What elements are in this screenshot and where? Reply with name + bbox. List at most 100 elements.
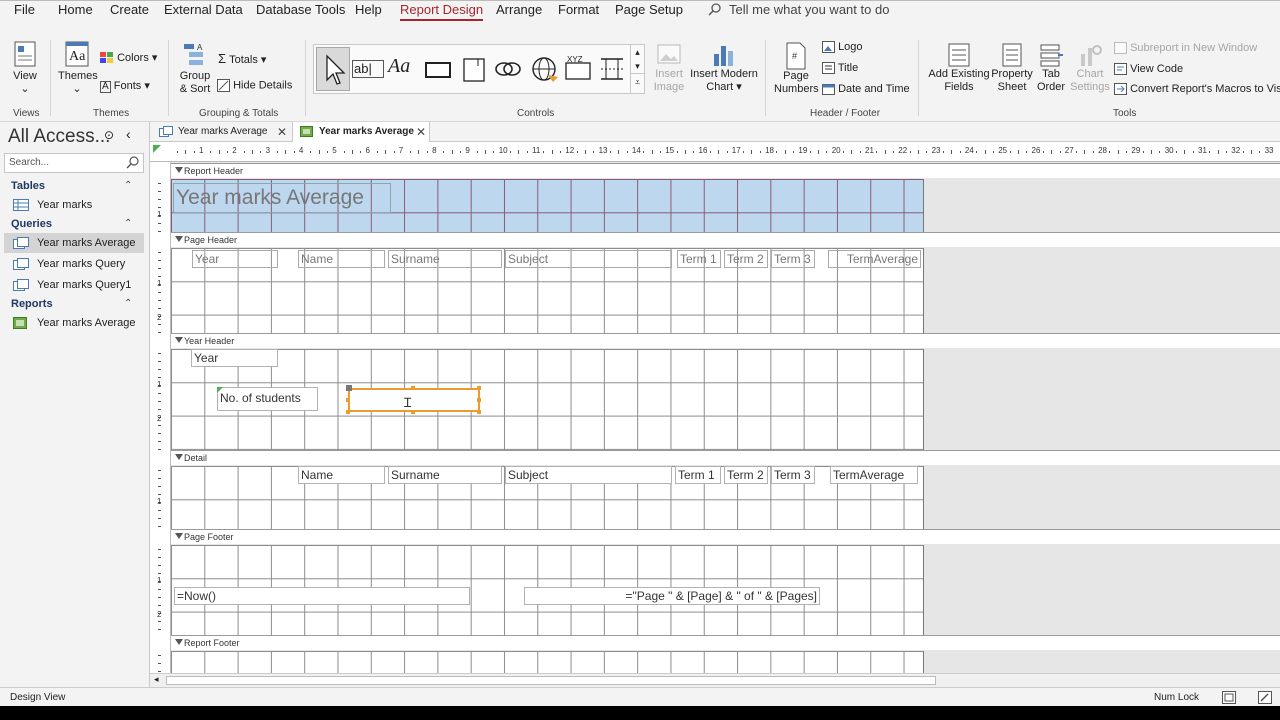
page-header-section[interactable]: Year Name Surname Subject Term 1 Term 2 … <box>171 248 924 333</box>
band-page-footer[interactable]: Page Footer <box>171 529 1280 544</box>
nav-section-tables[interactable]: Tables <box>11 180 45 192</box>
add-existing-fields-button[interactable]: Add Existing Fields <box>928 42 990 94</box>
more-icon[interactable]: ⩡ <box>631 73 644 90</box>
insert-image-button[interactable]: Insert Image <box>650 42 688 94</box>
collapse-nav-icon[interactable]: ‹ <box>126 126 131 142</box>
report-footer-section[interactable] <box>171 651 924 675</box>
nav-section-reports[interactable]: Reports <box>11 298 53 310</box>
totals-button[interactable]: Σ Totals ▾ <box>218 51 266 66</box>
surname-header-label[interactable]: Surname <box>388 250 502 268</box>
title-button[interactable]: Title <box>822 62 858 75</box>
name-header-label[interactable]: Name <box>298 250 385 268</box>
tab-create[interactable]: Create <box>110 1 149 19</box>
tab-control-tool[interactable] <box>458 53 490 85</box>
year-header-label[interactable]: Year <box>192 250 278 268</box>
term3-header-label[interactable]: Term 3 <box>771 250 815 268</box>
close-icon[interactable]: ✕ <box>277 122 287 142</box>
nav-item-report[interactable]: Year marks Average <box>4 313 144 333</box>
term2-field[interactable]: Term 2 <box>724 466 768 484</box>
nav-item-query[interactable]: Year marks Query1 <box>4 275 144 295</box>
nav-menu-icon[interactable]: ⊙ <box>104 128 114 142</box>
report-header-section[interactable]: Year marks Average <box>171 179 924 232</box>
subreport-button[interactable]: Subreport in New Window <box>1114 42 1257 55</box>
detail-section[interactable]: Name Surname Subject Term 1 Term 2 Term … <box>171 466 924 529</box>
scroll-thumb[interactable] <box>166 676 936 685</box>
hide-details-button[interactable]: Hide Details <box>217 79 292 92</box>
tab-help[interactable]: Help <box>355 1 382 19</box>
search-icon[interactable] <box>126 156 139 169</box>
nav-item-query[interactable]: Year marks Query <box>4 254 144 274</box>
horizontal-scrollbar[interactable]: ◂ <box>150 673 1280 687</box>
fonts-button[interactable]: A Fonts ▾ <box>100 79 150 93</box>
hyperlink-tool[interactable] <box>492 53 524 85</box>
page-footer-section[interactable]: =Now() ="Page " & [Page] & " of " & [Pag… <box>171 545 924 635</box>
surname-field[interactable]: Surname <box>388 466 502 484</box>
band-year-header[interactable]: Year Header <box>171 333 1280 348</box>
resize-handle[interactable] <box>477 398 481 402</box>
nav-item-table[interactable]: Year marks <box>4 195 144 215</box>
students-count-label[interactable]: No. of students <box>217 387 318 411</box>
chevron-up-icon[interactable]: ▴ <box>631 45 644 59</box>
page-numbers-button[interactable]: # Page Numbers <box>774 42 819 96</box>
group-sort-button[interactable]: A Group & Sort <box>176 40 214 96</box>
web-browser-tool[interactable] <box>528 53 560 85</box>
band-page-header[interactable]: Page Header <box>171 232 1280 247</box>
tab-page-setup[interactable]: Page Setup <box>615 1 683 19</box>
term-average-header-label[interactable]: TermAverage <box>828 250 921 268</box>
resize-handle[interactable] <box>477 386 481 390</box>
chart-settings-button[interactable]: Chart Settings <box>1070 42 1110 94</box>
report-selector[interactable] <box>153 145 161 153</box>
resize-handle[interactable] <box>411 386 415 390</box>
tab-database-tools[interactable]: Database Tools <box>256 1 345 19</box>
name-field[interactable]: Name <box>298 466 385 484</box>
term2-header-label[interactable]: Term 2 <box>724 250 768 268</box>
band-detail[interactable]: Detail <box>171 450 1280 465</box>
tab-external-data[interactable]: External Data <box>164 1 243 19</box>
term3-field[interactable]: Term 3 <box>771 466 815 484</box>
colors-button[interactable]: Colors ▾ <box>100 51 157 64</box>
report-design-surface[interactable]: 1 2 3 4 5 6 7 8 9 10 11 12 13 14 15 16 17 18 19 20 21 22 23 24 2… <box>150 142 1280 675</box>
chevron-up-icon[interactable]: ⌃ <box>124 180 132 191</box>
layout-view-icon[interactable] <box>1222 691 1236 704</box>
convert-macros-button[interactable]: Convert Report's Macros to Visual Basic <box>1114 83 1280 96</box>
tab-arrange[interactable]: Arrange <box>496 1 542 19</box>
now-field[interactable]: =Now() <box>174 587 470 605</box>
students-count-textbox[interactable] <box>348 388 480 412</box>
gallery-scroll[interactable]: ▴ ▾ ⩡ <box>630 45 644 93</box>
year-header-section[interactable]: Year No. of students Ɪ <box>171 349 924 450</box>
term1-header-label[interactable]: Term 1 <box>677 250 721 268</box>
design-view-icon[interactable] <box>1258 691 1272 704</box>
logo-button[interactable]: Logo <box>822 41 863 54</box>
label-tool[interactable]: Aa <box>388 53 420 85</box>
close-icon[interactable]: ✕ <box>416 122 426 142</box>
nav-title[interactable]: All Access... <box>8 126 110 148</box>
property-sheet-button[interactable]: Property Sheet <box>990 42 1034 94</box>
band-report-header[interactable]: Report Header <box>171 163 1280 178</box>
resize-handle[interactable] <box>346 398 350 402</box>
tell-me-box[interactable]: Tell me what you want to do <box>708 1 889 19</box>
view-code-button[interactable]: View Code <box>1114 63 1183 76</box>
select-tool[interactable] <box>316 47 350 91</box>
tab-report-design[interactable]: Report Design <box>400 1 484 21</box>
text-box-tool[interactable]: ab| <box>352 53 384 85</box>
chevron-left-icon[interactable]: ◂ <box>154 674 159 685</box>
chevron-up-icon[interactable]: ⌃ <box>124 298 132 309</box>
tab-format[interactable]: Format <box>558 1 599 19</box>
chevron-down-icon[interactable]: ▾ <box>631 59 644 73</box>
date-time-button[interactable]: Date and Time <box>822 83 910 96</box>
nav-item-query[interactable]: Year marks Average <box>4 233 144 253</box>
themes-button[interactable]: Aa Themes ⌄ <box>58 40 98 96</box>
tab-order-button[interactable]: Tab Order <box>1034 42 1068 94</box>
line-tool[interactable] <box>596 53 628 85</box>
move-handle[interactable] <box>346 385 352 391</box>
navigation-tool[interactable]: XYZ <box>562 53 594 85</box>
band-report-footer[interactable]: Report Footer <box>171 635 1280 650</box>
tab-home[interactable]: Home <box>58 1 93 19</box>
report-title-label[interactable]: Year marks Average <box>173 183 391 213</box>
tab-file[interactable]: File <box>14 1 35 19</box>
button-tool[interactable] <box>422 53 454 85</box>
year-field[interactable]: Year <box>191 349 278 367</box>
term1-field[interactable]: Term 1 <box>675 466 721 484</box>
subject-field[interactable]: Subject <box>505 466 672 484</box>
resize-handle[interactable] <box>346 410 350 414</box>
